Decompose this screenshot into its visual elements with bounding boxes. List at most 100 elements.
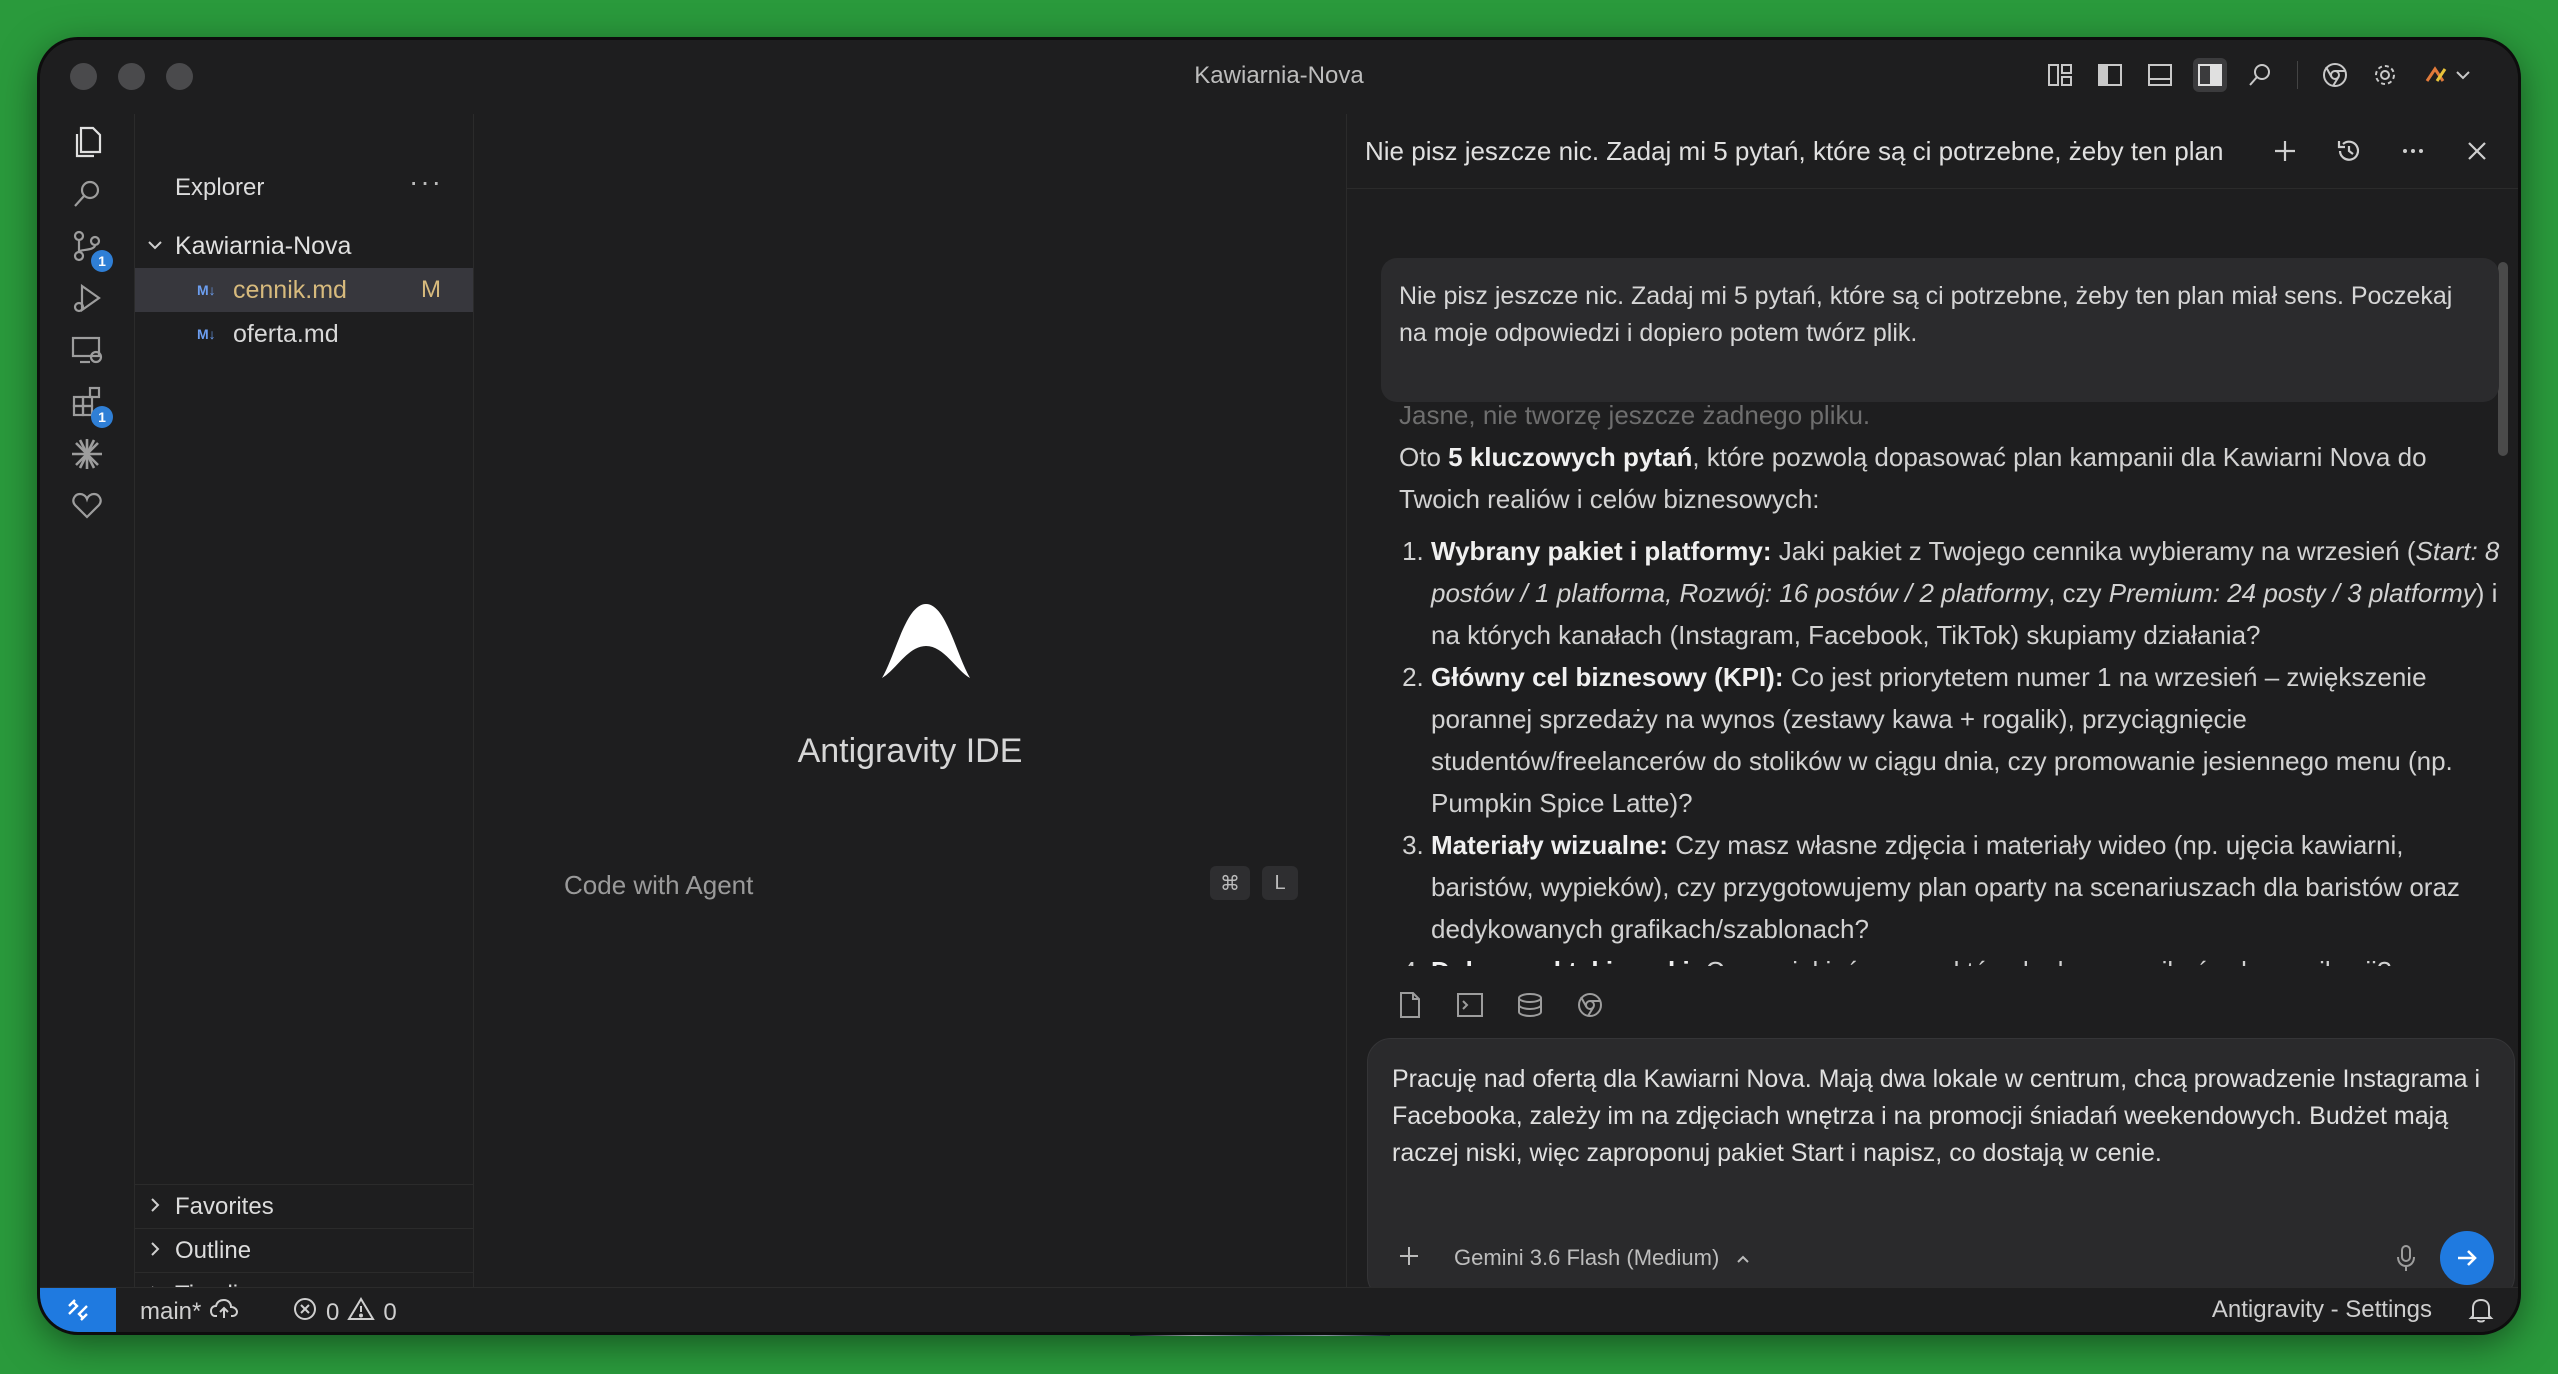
- file-icon[interactable]: [1395, 990, 1425, 1020]
- question-text: Jaki pakiet z Twojego cennika wybieramy …: [1771, 536, 2416, 566]
- search-icon[interactable]: [2243, 58, 2277, 92]
- close-icon[interactable]: [2460, 134, 2494, 168]
- heart-icon[interactable]: [67, 486, 107, 526]
- toggle-panel-icon[interactable]: [2143, 58, 2177, 92]
- modified-badge: M: [421, 276, 441, 303]
- microphone-icon[interactable]: [2394, 1243, 2418, 1278]
- agent-header-actions: [2268, 134, 2494, 168]
- agent-response: Jasne, nie tworzę jeszcze żadnego pliku.…: [1399, 394, 2509, 966]
- explorer-icon[interactable]: [67, 122, 107, 162]
- app-window: Kawiarnia-Nova 1 1 Explorer ··· Kawiarni…: [40, 40, 2518, 1332]
- intro-text: Oto: [1399, 442, 1449, 472]
- remote-explorer-icon[interactable]: [67, 330, 107, 370]
- gear-icon[interactable]: [2368, 58, 2402, 92]
- terminal-icon[interactable]: [1455, 990, 1485, 1020]
- file-name: cennik.md: [233, 275, 347, 304]
- add-context-icon[interactable]: [1396, 1239, 1422, 1278]
- file-name: oferta.md: [233, 319, 339, 348]
- arrow-right-icon: [2458, 1250, 2477, 1266]
- remote-indicator-icon[interactable]: [40, 1288, 116, 1332]
- bell-icon[interactable]: [2468, 1296, 2494, 1324]
- more-actions-icon[interactable]: [2396, 134, 2430, 168]
- chat-input-text[interactable]: Pracuję nad ofertą dla Kawiarni Nova. Ma…: [1392, 1061, 2488, 1172]
- status-bar: main* 0 0 Antigravity - Settings: [40, 1287, 2518, 1332]
- user-message-bubble: Nie pisz jeszcze nic. Zadaj mi 5 pytań, …: [1381, 258, 2499, 402]
- model-label: Gemini 3.6 Flash (Medium): [1454, 1245, 1720, 1270]
- app-name: Antigravity IDE: [797, 732, 1023, 770]
- response-scrollbar[interactable]: [2498, 262, 2508, 456]
- warning-icon: [347, 1296, 376, 1329]
- error-icon: [292, 1296, 318, 1329]
- section-label: Outline: [175, 1237, 252, 1264]
- agent-header: Nie pisz jeszcze nic. Zadaj mi 5 pytań, …: [1347, 114, 2518, 189]
- branch-indicator[interactable]: main*: [140, 1296, 239, 1327]
- folder-kawiarnia-nova[interactable]: Kawiarnia-Nova: [135, 224, 473, 268]
- editor-area: Antigravity IDE Code with Agent ⌘ L: [474, 114, 1347, 1288]
- question-title: Wybrany pakiet i platformy:: [1431, 536, 1772, 566]
- branch-name: main*: [140, 1297, 202, 1325]
- question-list: Wybrany pakiet i platformy: Jaki pakiet …: [1399, 530, 2509, 966]
- send-button[interactable]: [2440, 1231, 2494, 1285]
- markdown-file-icon: M↓: [197, 326, 216, 342]
- shortcut-l-key: L: [1262, 866, 1298, 900]
- markdown-file-icon: M↓: [197, 282, 216, 298]
- conversation-title: Nie pisz jeszcze nic. Zadaj mi 5 pytań, …: [1365, 136, 2224, 166]
- chevron-right-icon: [135, 1237, 175, 1265]
- agent-sparkle-icon[interactable]: [67, 434, 107, 474]
- customize-layout-icon[interactable]: [2043, 58, 2077, 92]
- shortcut-cmd-key: ⌘: [1210, 866, 1250, 900]
- error-count: 0: [326, 1298, 340, 1326]
- account-menu-icon[interactable]: [2418, 58, 2478, 92]
- section-label: Favorites: [175, 1193, 274, 1220]
- title-bar: Kawiarnia-Nova: [40, 40, 2518, 115]
- chevron-right-icon: [135, 1193, 175, 1221]
- agent-panel: Nie pisz jeszcze nic. Zadaj mi 5 pytań, …: [1347, 114, 2518, 1300]
- activity-bar: 1 1: [40, 114, 135, 1288]
- toggle-secondary-sidebar-icon[interactable]: [2193, 58, 2227, 92]
- question-text: Czy są jakieś rzeczy, których chcesz uni…: [1698, 956, 2392, 966]
- user-message-text: Nie pisz jeszcze nic. Zadaj mi 5 pytań, …: [1399, 282, 2453, 347]
- settings-status-item[interactable]: Antigravity - Settings: [2212, 1296, 2432, 1324]
- intro-bold: 5 kluczowych pytań: [1448, 442, 1693, 472]
- problems-indicator[interactable]: 0 0: [292, 1296, 397, 1329]
- question-text: , czy: [2048, 578, 2109, 608]
- file-oferta-md[interactable]: M↓ oferta.md: [135, 312, 473, 356]
- explorer-sidebar: Explorer ··· Kawiarnia-Nova M↓ cennik.md…: [135, 114, 474, 1308]
- question-italic: Premium: 24 posty / 3 platformy: [2108, 578, 2476, 608]
- warning-count: 0: [383, 1298, 397, 1326]
- browser-icon[interactable]: [1575, 990, 1605, 1020]
- chevron-down-icon: [135, 232, 175, 261]
- run-debug-icon[interactable]: [67, 278, 107, 318]
- question-item: Materiały wizualne: Czy masz własne zdję…: [1431, 824, 2509, 950]
- chat-input-box[interactable]: Pracuję nad ofertą dla Kawiarni Nova. Ma…: [1367, 1038, 2515, 1300]
- separator: [2297, 61, 2298, 89]
- section-outline[interactable]: Outline: [135, 1228, 473, 1273]
- question-title: Dobre praktyki marki:: [1431, 956, 1698, 966]
- search-icon[interactable]: [67, 174, 107, 214]
- database-icon[interactable]: [1515, 990, 1545, 1020]
- file-cennik-md[interactable]: M↓ cennik.md M: [135, 268, 473, 312]
- history-icon[interactable]: [2332, 134, 2366, 168]
- extensions-icon[interactable]: 1: [67, 382, 113, 428]
- explorer-more-icon[interactable]: ···: [409, 166, 443, 198]
- antigravity-logo-icon: [876, 594, 976, 689]
- scm-badge: 1: [91, 250, 113, 272]
- title-bar-actions: [2043, 58, 2478, 92]
- question-item: Dobre praktyki marki: Czy są jakieś rzec…: [1431, 950, 2509, 966]
- context-tools: [1395, 990, 1605, 1020]
- folder-name: Kawiarnia-Nova: [175, 231, 352, 260]
- code-with-agent-link[interactable]: Code with Agent: [564, 870, 753, 901]
- chrome-icon[interactable]: [2318, 58, 2352, 92]
- explorer-title: Explorer: [175, 174, 265, 201]
- question-title: Materiały wizualne:: [1431, 830, 1668, 860]
- new-conversation-icon[interactable]: [2268, 134, 2302, 168]
- question-item: Główny cel biznesowy (KPI): Co jest prio…: [1431, 656, 2509, 824]
- question-title: Główny cel biznesowy (KPI):: [1431, 662, 1784, 692]
- source-control-icon[interactable]: 1: [67, 226, 113, 272]
- cloud-sync-icon: [209, 1296, 239, 1327]
- toggle-primary-sidebar-icon[interactable]: [2093, 58, 2127, 92]
- model-selector[interactable]: Gemini 3.6 Flash (Medium): [1454, 1245, 1751, 1271]
- question-item: Wybrany pakiet i platformy: Jaki pakiet …: [1431, 530, 2509, 656]
- response-intro: Oto 5 kluczowych pytań, które pozwolą do…: [1399, 436, 2509, 520]
- section-favorites[interactable]: Favorites: [135, 1184, 473, 1229]
